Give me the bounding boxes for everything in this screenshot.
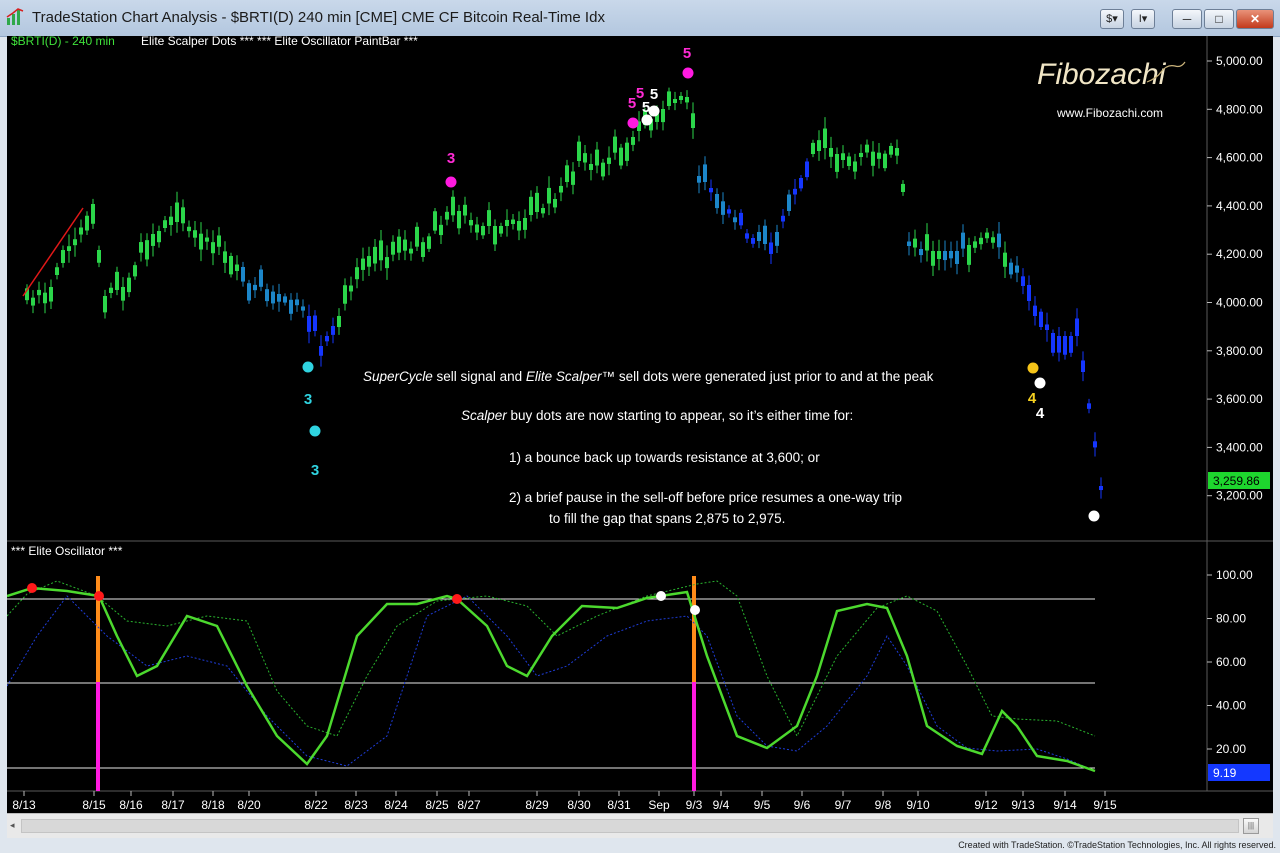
- price-tick: 3,400.00: [1216, 440, 1263, 454]
- chart-canvas[interactable]: 3 3 3 5 5 5 5 5 4 4 $BRTI(D) - 240 min E…: [6, 34, 1273, 813]
- date-tick: Sep: [648, 798, 670, 812]
- date-tick: 8/31: [607, 798, 631, 812]
- date-tick: 8/15: [82, 798, 106, 812]
- date-tick: 8/25: [425, 798, 449, 812]
- date-tick: 9/5: [754, 798, 771, 812]
- oscillator-levels: [7, 598, 1095, 769]
- oscillator-tick: 80.00: [1216, 612, 1246, 626]
- scroll-thumb[interactable]: |||: [1243, 818, 1259, 834]
- scroll-left-arrow[interactable]: ◂: [10, 820, 15, 831]
- price-tick: 3,800.00: [1216, 344, 1263, 358]
- svg-text:Fibozachi: Fibozachi: [1037, 58, 1167, 91]
- scalper-buy-dot: [1027, 362, 1039, 374]
- annotation-line-4: 2) a brief pause in the sell-off before …: [509, 490, 902, 505]
- close-button[interactable]: ✕: [1236, 9, 1274, 29]
- last-price-tag: 3,259.86: [1208, 472, 1270, 489]
- oscillator-tick: 20.00: [1216, 742, 1246, 756]
- oscillator-tick: 40.00: [1216, 699, 1246, 713]
- date-tick: 8/17: [161, 798, 185, 812]
- chart-area[interactable]: 3 3 3 5 5 5 5 5 4 4 $BRTI(D) - 240 min E…: [6, 34, 1273, 813]
- oscillator-axis[interactable]: 100.00 80.00 60.00 40.00 20.00: [1207, 568, 1253, 756]
- wave-label: 5: [683, 45, 691, 62]
- supercycle-dot: [1034, 377, 1046, 389]
- oscillator-label: *** Elite Oscillator ***: [11, 544, 123, 558]
- minimize-button[interactable]: ─: [1172, 9, 1202, 29]
- oscillator-tick: 100.00: [1216, 568, 1253, 582]
- date-tick: 8/13: [12, 798, 36, 812]
- trendline[interactable]: [22, 207, 84, 297]
- wave-label: 3: [447, 150, 455, 167]
- price-tick: 5,000.00: [1216, 54, 1263, 68]
- maximize-button[interactable]: □: [1204, 9, 1234, 29]
- fibozachi-logo: Fibozachi www.Fibozachi.com: [1037, 58, 1186, 120]
- logo-url: www.Fibozachi.com: [1056, 106, 1163, 120]
- symbol-label: $BRTI(D) - 240 min: [11, 36, 115, 48]
- info-button[interactable]: I▾: [1131, 9, 1155, 29]
- date-tick: 8/20: [237, 798, 261, 812]
- oscillator-value-tag: 9.19: [1208, 764, 1270, 781]
- supercycle-dot: [1088, 510, 1100, 522]
- price-tick: 4,800.00: [1216, 102, 1263, 116]
- date-tick: 9/13: [1011, 798, 1035, 812]
- window-title: TradeStation Chart Analysis - $BRTI(D) 2…: [32, 9, 605, 26]
- wave-label: 3: [311, 462, 319, 479]
- footer-credit: Created with TradeStation. ©TradeStation…: [958, 840, 1276, 850]
- date-tick: 8/24: [384, 798, 408, 812]
- date-tick: 8/18: [201, 798, 225, 812]
- scalper-buy-dot: [302, 361, 314, 373]
- annotation-line-1: SuperCycle sell signal and Elite Scalper…: [363, 369, 934, 384]
- wave-label: 3: [304, 391, 312, 408]
- date-tick: 8/27: [457, 798, 481, 812]
- title-bar: TradeStation Chart Analysis - $BRTI(D) 2…: [0, 0, 1280, 37]
- time-axis[interactable]: 8/13 8/15 8/16 8/17 8/18 8/20 8/22 8/23 8/24 8/25…: [12, 791, 1117, 812]
- horizontal-scrollbar[interactable]: ◂ |||: [7, 813, 1273, 838]
- date-tick: 9/7: [835, 798, 852, 812]
- date-tick: 9/6: [794, 798, 811, 812]
- price-tick: 4,200.00: [1216, 247, 1263, 261]
- date-tick: 9/3: [686, 798, 703, 812]
- date-tick: 9/10: [906, 798, 930, 812]
- date-tick: 9/4: [713, 798, 730, 812]
- svg-text:9.19: 9.19: [1213, 766, 1237, 780]
- footer: Created with TradeStation. ©TradeStation…: [0, 838, 1280, 853]
- date-tick: 9/15: [1093, 798, 1117, 812]
- date-tick: 8/16: [119, 798, 143, 812]
- price-tick: 4,000.00: [1216, 296, 1263, 310]
- indicators-label: Elite Scalper Dots *** *** Elite Oscilla…: [141, 36, 418, 48]
- scroll-track[interactable]: [21, 819, 1239, 833]
- oscillator-lines: [6, 580, 1096, 773]
- scalper-sell-dot: [682, 67, 694, 79]
- date-tick: 9/12: [974, 798, 998, 812]
- wave-label: 5: [650, 86, 658, 103]
- price-tick: 3,200.00: [1216, 489, 1263, 503]
- annotation-line-2: Scalper buy dots are now starting to app…: [461, 408, 853, 423]
- price-axis[interactable]: 5,000.00 4,800.00 4,600.00 4,400.00 4,200.00…: [1207, 54, 1263, 503]
- svg-text:3,259.86: 3,259.86: [1213, 474, 1260, 488]
- date-tick: 8/22: [304, 798, 328, 812]
- dollar-button[interactable]: $▾: [1100, 9, 1124, 29]
- price-tick: 4,600.00: [1216, 151, 1263, 165]
- price-tick: 3,600.00: [1216, 392, 1263, 406]
- date-tick: 8/23: [344, 798, 368, 812]
- date-tick: 9/8: [875, 798, 892, 812]
- annotation-line-3: 1) a bounce back up towards resistance a…: [509, 450, 820, 465]
- annotation-line-5: to fill the gap that spans 2,875 to 2,97…: [549, 511, 785, 526]
- date-tick: 8/30: [567, 798, 591, 812]
- price-candles: [25, 87, 1103, 499]
- scalper-sell-dot: [445, 176, 457, 188]
- wave-label: 4: [1036, 405, 1045, 422]
- price-tick: 4,400.00: [1216, 199, 1263, 213]
- date-tick: 8/29: [525, 798, 549, 812]
- supercycle-dot: [641, 114, 653, 126]
- scalper-buy-dot: [309, 425, 321, 437]
- date-tick: 9/14: [1053, 798, 1077, 812]
- scalper-sell-dot: [627, 117, 639, 129]
- tradestation-chart-icon: [6, 8, 24, 25]
- oscillator-tick: 60.00: [1216, 655, 1246, 669]
